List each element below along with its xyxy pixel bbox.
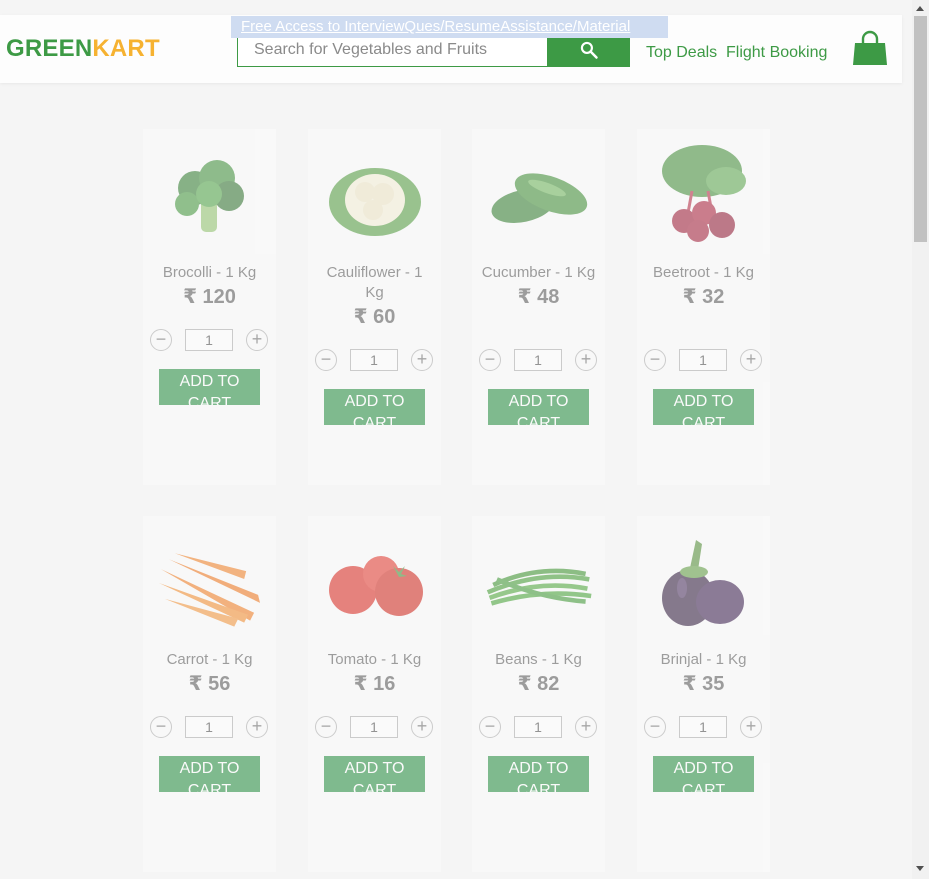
product-card: Cauliflower - 1 Kg ₹ 60 − 1 + ADD TO CART xyxy=(308,129,441,485)
add-to-cart-button[interactable]: ADD TO CART xyxy=(324,756,425,792)
quantity-input[interactable]: 1 xyxy=(350,716,398,738)
add-to-cart-button[interactable]: ADD TO CART xyxy=(488,389,589,425)
product-name: Beetroot - 1 Kg xyxy=(653,264,754,281)
decrement-button[interactable]: − xyxy=(315,349,337,371)
broccoli-image xyxy=(155,139,264,254)
decrement-button[interactable]: − xyxy=(479,349,501,371)
product-name: Brocolli - 1 Kg xyxy=(162,264,257,281)
decrement-button[interactable]: − xyxy=(479,716,501,738)
quantity-stepper: − 1 + xyxy=(148,716,272,742)
nav-flight-booking[interactable]: Flight Booking xyxy=(726,44,827,62)
increment-button[interactable]: + xyxy=(246,329,268,351)
product-price: ₹ 16 xyxy=(353,673,396,695)
cauliflower-image xyxy=(320,139,429,254)
product-name: Cucumber - 1 Kg xyxy=(481,264,596,281)
quantity-input[interactable]: 1 xyxy=(350,349,398,371)
quantity-input[interactable]: 1 xyxy=(185,716,233,738)
add-to-cart-button[interactable]: ADD TO CART xyxy=(653,389,754,425)
brinjal-image xyxy=(649,526,758,641)
nav-top-deals[interactable]: Top Deals xyxy=(646,44,717,62)
product-price: ₹ 60 xyxy=(353,306,396,328)
product-price: ₹ 35 xyxy=(682,673,725,695)
increment-button[interactable]: + xyxy=(411,349,433,371)
quantity-stepper: − 1 + xyxy=(642,716,766,742)
product-name: Brinjal - 1 Kg xyxy=(660,651,747,668)
brand-logo-green: GREEN xyxy=(6,35,93,62)
search-icon xyxy=(580,41,598,59)
product-card: Brinjal - 1 Kg ₹ 35 − 1 + ADD TO CART xyxy=(637,516,770,872)
increment-button[interactable]: + xyxy=(246,716,268,738)
increment-button[interactable]: + xyxy=(740,349,762,371)
product-price: ₹ 82 xyxy=(517,673,560,695)
add-to-cart-button[interactable]: ADD TO CART xyxy=(653,756,754,792)
beetroot-image xyxy=(649,139,758,254)
decrement-button[interactable]: − xyxy=(150,329,172,351)
product-card: Cucumber - 1 Kg ₹ 48 − 1 + ADD TO CART xyxy=(472,129,605,485)
increment-button[interactable]: + xyxy=(575,716,597,738)
product-name: Beans - 1 Kg xyxy=(495,651,582,668)
add-to-cart-button[interactable]: ADD TO CART xyxy=(488,756,589,792)
quantity-stepper: − 1 + xyxy=(313,349,437,375)
quantity-input[interactable]: 1 xyxy=(679,716,727,738)
vertical-scrollbar[interactable] xyxy=(912,0,929,879)
free-access-link[interactable]: Free Access to InterviewQues/ResumeAssis… xyxy=(231,16,668,38)
product-card: Beans - 1 Kg ₹ 82 − 1 + ADD TO CART xyxy=(472,516,605,872)
product-card: Brocolli - 1 Kg ₹ 120 − 1 + ADD TO CART xyxy=(143,129,276,485)
quantity-stepper: − 1 + xyxy=(313,716,437,742)
add-to-cart-button[interactable]: ADD TO CART xyxy=(159,369,260,405)
quantity-input[interactable]: 1 xyxy=(185,329,233,351)
product-price: ₹ 120 xyxy=(183,286,236,308)
quantity-stepper: − 1 + xyxy=(148,329,272,355)
product-price: ₹ 32 xyxy=(682,286,725,308)
product-name: Tomato - 1 Kg xyxy=(327,651,422,668)
quantity-stepper: − 1 + xyxy=(477,349,601,375)
cucumber-image xyxy=(484,139,593,254)
product-card: Tomato - 1 Kg ₹ 16 − 1 + ADD TO CART xyxy=(308,516,441,872)
quantity-input[interactable]: 1 xyxy=(514,716,562,738)
quantity-input[interactable]: 1 xyxy=(514,349,562,371)
product-name: Cauliflower - 1 Kg xyxy=(326,264,423,301)
decrement-button[interactable]: − xyxy=(644,716,666,738)
decrement-button[interactable]: − xyxy=(315,716,337,738)
carrot-image xyxy=(155,526,264,641)
decrement-button[interactable]: − xyxy=(644,349,666,371)
add-to-cart-button[interactable]: ADD TO CART xyxy=(159,756,260,792)
quantity-input[interactable]: 1 xyxy=(679,349,727,371)
increment-button[interactable]: + xyxy=(740,716,762,738)
scroll-up-arrow-icon[interactable] xyxy=(916,6,924,11)
increment-button[interactable]: + xyxy=(411,716,433,738)
scroll-down-arrow-icon[interactable] xyxy=(916,866,924,871)
product-name: Carrot - 1 Kg xyxy=(166,651,253,668)
increment-button[interactable]: + xyxy=(575,349,597,371)
scrollbar-thumb[interactable] xyxy=(914,16,927,242)
product-price: ₹ 48 xyxy=(517,286,560,308)
beans-image xyxy=(484,526,593,641)
quantity-stepper: − 1 + xyxy=(642,349,766,375)
add-to-cart-button[interactable]: ADD TO CART xyxy=(324,389,425,425)
brand-logo[interactable]: GREENKART xyxy=(6,35,160,63)
quantity-stepper: − 1 + xyxy=(477,716,601,742)
product-price: ₹ 56 xyxy=(188,673,231,695)
decrement-button[interactable]: − xyxy=(150,716,172,738)
product-card: Carrot - 1 Kg ₹ 56 − 1 + ADD TO CART xyxy=(143,516,276,872)
product-card: Beetroot - 1 Kg ₹ 32 − 1 + ADD TO CART xyxy=(637,129,770,485)
brand-logo-kart: KART xyxy=(92,35,160,62)
cart-bag-icon[interactable] xyxy=(852,30,888,68)
tomato-image xyxy=(320,526,429,641)
